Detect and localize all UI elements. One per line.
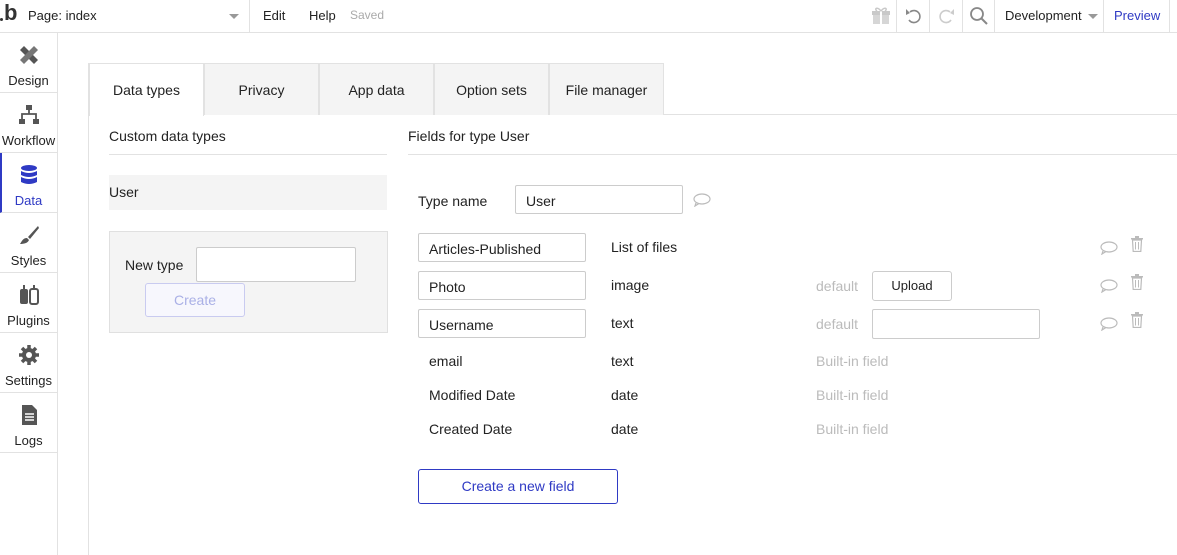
- sidebar-item-label: Plugins: [7, 313, 50, 328]
- data-type-item[interactable]: User: [109, 175, 387, 210]
- trash-icon[interactable]: [1130, 274, 1144, 290]
- save-status: Saved: [350, 8, 385, 22]
- type-name-label: Type name: [418, 193, 488, 209]
- plug-icon: [20, 285, 39, 305]
- sidebar-item-data[interactable]: Data: [0, 153, 57, 213]
- tab-data-types[interactable]: Data types: [89, 63, 204, 116]
- workflow-icon: [19, 105, 39, 124]
- left-sidebar: Design Workflow Data Styles Plugins Sett…: [0, 33, 58, 555]
- field-row: Created Date date Built-in field: [418, 415, 1177, 445]
- sidebar-item-label: Data: [14, 193, 43, 208]
- field-row: Photo image default Upload: [418, 271, 1177, 301]
- field-type: date: [611, 387, 639, 403]
- field-name: Modified Date: [429, 387, 516, 403]
- data-type-label: User: [109, 184, 139, 200]
- sidebar-item-settings[interactable]: Settings: [0, 333, 57, 393]
- custom-types-title: Custom data types: [109, 128, 226, 144]
- default-label: default: [816, 316, 859, 332]
- tab-app-data[interactable]: App data: [319, 63, 434, 115]
- sidebar-item-design[interactable]: Design: [0, 33, 57, 93]
- field-name: Created Date: [429, 421, 513, 437]
- sidebar-item-label: Styles: [10, 253, 47, 268]
- upload-button[interactable]: Upload: [872, 271, 952, 301]
- builtin-label: Built-in field: [816, 353, 889, 369]
- redo-icon[interactable]: [935, 5, 957, 27]
- field-type: List of files: [611, 239, 678, 255]
- design-icon: [20, 46, 38, 64]
- sidebar-item-label: Logs: [14, 433, 43, 448]
- builtin-label: Built-in field: [816, 387, 889, 403]
- bubble-logo[interactable]: b: [0, 1, 20, 28]
- page-selector[interactable]: Page: index: [20, 0, 250, 32]
- default-value-input[interactable]: [872, 309, 1040, 339]
- menu-edit[interactable]: Edit: [263, 8, 285, 23]
- preview-link[interactable]: Preview: [1114, 8, 1160, 23]
- fields-title: Fields for type User: [408, 128, 530, 144]
- field-row: Articles-Published List of files: [418, 233, 1177, 263]
- comment-icon[interactable]: [1100, 317, 1118, 331]
- create-new-field-button[interactable]: Create a new field: [418, 469, 618, 504]
- chevron-down-icon: [1088, 14, 1098, 19]
- builtin-label: Built-in field: [816, 421, 889, 437]
- trash-icon[interactable]: [1130, 236, 1144, 252]
- field-row: email text Built-in field: [418, 347, 1177, 377]
- environment-selector[interactable]: Development: [1005, 8, 1082, 23]
- tab-file-manager[interactable]: File manager: [549, 63, 664, 115]
- trash-icon[interactable]: [1130, 312, 1144, 328]
- field-type: image: [611, 277, 650, 293]
- document-icon: [22, 405, 37, 425]
- gift-icon[interactable]: [870, 5, 892, 27]
- sidebar-item-logs[interactable]: Logs: [0, 393, 57, 453]
- data-panel: Data types Privacy App data Option sets …: [88, 63, 1177, 555]
- new-type-input[interactable]: [196, 247, 356, 282]
- undo-icon[interactable]: [903, 5, 925, 27]
- field-name-input[interactable]: Photo: [418, 271, 586, 300]
- page-selector-label: Page: index: [28, 8, 97, 23]
- field-type: text: [611, 315, 634, 331]
- sidebar-item-styles[interactable]: Styles: [0, 213, 57, 273]
- sidebar-item-label: Workflow: [1, 133, 56, 148]
- tab-option-sets[interactable]: Option sets: [434, 63, 549, 115]
- create-type-button[interactable]: Create: [145, 283, 245, 317]
- comment-icon[interactable]: [1100, 279, 1118, 293]
- default-label: default: [816, 278, 859, 294]
- field-name-input[interactable]: Username: [418, 309, 586, 338]
- sidebar-item-plugins[interactable]: Plugins: [0, 273, 57, 333]
- field-name-input[interactable]: Articles-Published: [418, 233, 586, 262]
- search-icon[interactable]: [968, 5, 990, 27]
- comment-icon[interactable]: [693, 193, 711, 207]
- menu-help[interactable]: Help: [309, 8, 336, 23]
- field-type: date: [611, 421, 639, 437]
- tab-privacy[interactable]: Privacy: [204, 63, 319, 115]
- new-type-form: New type Create: [109, 231, 388, 333]
- comment-icon[interactable]: [1100, 241, 1118, 255]
- field-name: email: [429, 353, 463, 369]
- new-type-label: New type: [125, 257, 184, 273]
- chevron-down-icon: [229, 14, 239, 19]
- field-row: Modified Date date Built-in field: [418, 381, 1177, 411]
- field-row: Username text default: [418, 309, 1177, 339]
- sidebar-item-workflow[interactable]: Workflow: [0, 93, 57, 153]
- top-bar: b Page: index Edit Help Saved Developmen…: [0, 0, 1177, 33]
- field-type: text: [611, 353, 634, 369]
- type-name-input[interactable]: User: [515, 185, 683, 214]
- sidebar-item-label: Settings: [5, 373, 52, 388]
- tab-bar: Data types Privacy App data Option sets …: [89, 63, 1177, 116]
- sidebar-item-label: Design: [8, 73, 49, 88]
- gear-icon: [19, 345, 39, 365]
- brush-icon: [20, 226, 39, 244]
- database-icon: [21, 165, 37, 184]
